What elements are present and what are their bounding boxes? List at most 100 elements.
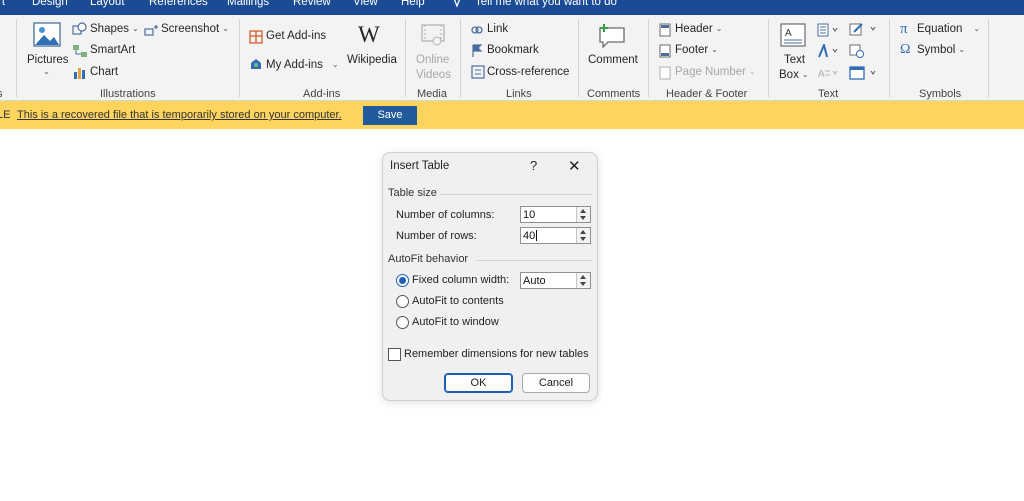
- omega-icon: Ω: [900, 42, 911, 57]
- quick-parts-icon[interactable]: [817, 23, 839, 40]
- group-separator: [460, 19, 461, 97]
- fixed-width-value[interactable]: Auto: [523, 275, 546, 287]
- fixed-width-spinner[interactable]: Auto: [520, 272, 591, 289]
- insert-table-dialog: Insert Table ? ✕ Table size Number of co…: [382, 152, 598, 401]
- svg-text:A: A: [818, 69, 825, 80]
- header-button[interactable]: Header ⌄: [675, 23, 722, 35]
- group-separator: [405, 19, 406, 97]
- group-separator: [578, 19, 579, 97]
- save-button[interactable]: Save: [363, 106, 417, 125]
- link-button[interactable]: Link: [487, 23, 508, 35]
- comment-button[interactable]: Comment: [588, 54, 638, 66]
- pi-icon: π: [900, 21, 908, 37]
- symbol-button[interactable]: Symbol ⌄: [917, 44, 965, 56]
- tell-me-search[interactable]: Tell me what you want to do: [475, 0, 617, 8]
- group-separator: [988, 19, 989, 97]
- rows-spin-arrows-icon[interactable]: [576, 228, 590, 243]
- columns-label: Number of columns:: [396, 209, 495, 221]
- cancel-button[interactable]: Cancel: [522, 373, 590, 393]
- pictures-button[interactable]: Pictures: [27, 54, 69, 66]
- online-videos-line1: Online: [416, 54, 450, 66]
- section-divider: [440, 194, 592, 195]
- wikipedia-button[interactable]: Wikipedia: [347, 54, 397, 66]
- lightbulb-icon: [453, 0, 461, 8]
- my-addins-icon: [249, 57, 263, 74]
- tab-help[interactable]: Help: [401, 0, 425, 8]
- my-addins-button[interactable]: My Add-ins ⌄: [266, 59, 339, 71]
- autofit-contents-radio[interactable]: [396, 295, 409, 308]
- group-separator: [239, 19, 240, 97]
- screenshot-icon: [143, 23, 159, 40]
- tab-design[interactable]: Design: [32, 0, 68, 8]
- footer-icon: [659, 44, 671, 61]
- tab-mailings[interactable]: Mailings: [227, 0, 269, 8]
- tab-review[interactable]: Review: [293, 0, 331, 8]
- fixed-column-width-radio[interactable]: [396, 274, 409, 287]
- tab-references[interactable]: References: [149, 0, 208, 8]
- page-number-icon: [659, 66, 671, 83]
- table-size-heading: Table size: [388, 187, 437, 199]
- group-separator: [768, 19, 769, 97]
- bookmark-icon: [471, 44, 483, 61]
- help-button[interactable]: ?: [530, 158, 537, 173]
- fixed-column-width-label[interactable]: Fixed column width:: [412, 274, 509, 286]
- columns-spinner[interactable]: 10: [520, 206, 591, 223]
- autofit-window-radio[interactable]: [396, 316, 409, 329]
- ok-button[interactable]: OK: [444, 373, 513, 393]
- group-label-comments: Comments: [587, 88, 641, 100]
- group-separator: [648, 19, 649, 97]
- smartart-icon: [72, 44, 88, 61]
- autofit-heading: AutoFit behavior: [388, 253, 469, 265]
- dialog-title: Insert Table: [390, 160, 450, 172]
- equation-button[interactable]: Equation ⌄: [917, 23, 980, 35]
- ribbon: s Pictures ⌄ Shapes⌄ SmartArt Chart Scre…: [0, 15, 1024, 101]
- cross-reference-button[interactable]: Cross-reference: [487, 66, 569, 78]
- group-label-addins: Add-ins: [303, 88, 341, 100]
- bookmark-button[interactable]: Bookmark: [487, 44, 539, 56]
- object-icon[interactable]: [849, 66, 879, 83]
- svg-text:A: A: [785, 28, 792, 39]
- shapes-button[interactable]: Shapes ⌄: [90, 23, 139, 35]
- group-label-text: Text: [818, 88, 839, 100]
- shapes-icon: [72, 22, 88, 39]
- pictures-dropdown-chevron-icon[interactable]: ⌄: [43, 67, 50, 76]
- signature-line-icon[interactable]: [849, 22, 879, 39]
- autofit-contents-label[interactable]: AutoFit to contents: [412, 295, 504, 307]
- remember-dimensions-checkbox[interactable]: [388, 348, 401, 361]
- online-video-icon: [420, 22, 446, 51]
- remember-dimensions-label[interactable]: Remember dimensions for new tables: [404, 348, 589, 360]
- group-label-header-footer: Header & Footer: [666, 88, 748, 100]
- get-addins-button[interactable]: Get Add-ins: [266, 30, 326, 42]
- group-label-symbols: Symbols: [919, 88, 962, 100]
- text-box-button[interactable]: Box ⌄: [779, 69, 809, 81]
- pictures-icon[interactable]: [33, 22, 61, 51]
- tab-insert[interactable]: rt: [0, 0, 5, 8]
- rows-spinner[interactable]: 40: [520, 227, 591, 244]
- chart-button[interactable]: Chart: [90, 66, 118, 78]
- message-bar-label: LE: [0, 109, 11, 121]
- rows-label: Number of rows:: [396, 230, 477, 242]
- screenshot-button[interactable]: Screenshot ⌄: [161, 23, 229, 35]
- rows-value[interactable]: 40: [523, 230, 535, 242]
- columns-spin-arrows-icon[interactable]: [576, 207, 590, 222]
- store-icon: [249, 30, 263, 47]
- tab-view[interactable]: View: [353, 0, 378, 8]
- close-icon[interactable]: ✕: [568, 157, 581, 175]
- ribbon-tab-bar: rt Design Layout References Mailings Rev…: [0, 0, 1024, 15]
- smartart-button[interactable]: SmartArt: [90, 44, 135, 56]
- footer-button[interactable]: Footer ⌄: [675, 44, 718, 56]
- recovered-file-link[interactable]: This is a recovered file that is tempora…: [17, 109, 342, 121]
- autofit-window-label[interactable]: AutoFit to window: [412, 316, 499, 328]
- chart-icon: [72, 66, 88, 83]
- columns-value[interactable]: 10: [523, 209, 535, 221]
- wordart-icon[interactable]: [817, 41, 839, 61]
- drop-cap-icon: A: [817, 66, 839, 83]
- text-box-line1[interactable]: Text: [784, 54, 805, 66]
- wikipedia-icon: W: [358, 22, 380, 47]
- fixed-width-spin-arrows-icon[interactable]: [576, 273, 590, 288]
- group-label-links: Links: [506, 88, 532, 100]
- header-icon: [659, 23, 671, 40]
- tab-layout[interactable]: Layout: [90, 0, 125, 8]
- date-time-icon[interactable]: [849, 44, 865, 61]
- section-divider: [476, 260, 592, 261]
